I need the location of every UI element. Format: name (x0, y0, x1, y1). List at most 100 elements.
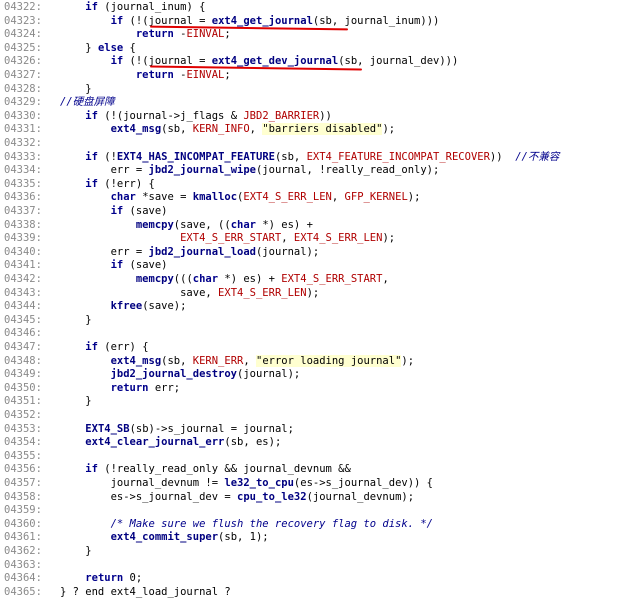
code-line: 04343: save, EXT4_S_ERR_LEN); (0, 287, 639, 300)
code-text: if (!EXT4_HAS_INCOMPAT_FEATURE(sb, EXT4_… (85, 150, 560, 163)
code-text: } (60, 82, 92, 95)
code-text: return -EINVAL; (135, 69, 231, 81)
line-number: 04356: (4, 463, 42, 476)
code-text: if (!(journal = ext4_get_journal(sb, jou… (110, 14, 440, 27)
code-line: 04327: return -EINVAL; (0, 69, 639, 82)
code-line: 04344: kfree(save); (0, 300, 639, 313)
code-text: ext4_msg(sb, KERN_ERR, "error loading jo… (110, 354, 415, 367)
code-text: return err; (110, 381, 181, 394)
code-line: 04328: } (0, 83, 639, 96)
line-number: 04344: (4, 300, 42, 313)
line-number: 04333: (4, 150, 42, 163)
code-line: 04360: /* Make sure we flush the recover… (0, 518, 639, 531)
line-number: 04337: (4, 205, 42, 217)
code-text: /* Make sure we flush the recovery flag … (60, 517, 433, 530)
line-number: 04343: (4, 286, 42, 299)
code-line: 04350: return err; (0, 382, 639, 395)
code-line: 04331: ext4_msg(sb, KERN_INFO, "barriers… (0, 123, 639, 136)
code-line: 04334: err = jbd2_journal_wipe(journal, … (0, 164, 639, 177)
code-line: 04364: return 0; (0, 572, 639, 585)
code-line: 04324: return -EINVAL; (0, 28, 639, 41)
line-number: 04357: (4, 477, 42, 489)
code-line: 04335: if (!err) { (0, 178, 639, 191)
source-code-viewer: 04322: if (journal_inum) {04323: if (!(j… (0, 0, 639, 612)
code-line: 04352: (0, 409, 639, 422)
line-number: 04348: (4, 354, 42, 367)
code-line: 04354: ext4_clear_journal_err(sb, es); (0, 436, 639, 449)
code-text: memcpy(((char *) es) + EXT4_S_ERR_START, (135, 273, 389, 285)
code-line: 04325: } else { (0, 42, 639, 55)
line-number: 04334: (4, 164, 42, 177)
code-text: ext4_commit_super(sb, 1); (110, 531, 269, 544)
code-line: 04330: if (!(journal->j_flags & JBD2_BAR… (0, 110, 639, 123)
line-number: 04346: (4, 327, 42, 340)
line-number: 04351: (4, 395, 42, 408)
code-text: } (60, 395, 92, 408)
code-line: 04332: (0, 137, 639, 150)
code-line: 04348: ext4_msg(sb, KERN_ERR, "error loa… (0, 354, 639, 368)
line-number: 04328: (4, 82, 42, 95)
code-text: save, EXT4_S_ERR_LEN); (60, 286, 320, 299)
line-number: 04354: (4, 436, 42, 449)
code-text: if (!really_read_only && journal_devnum … (85, 463, 351, 476)
line-number: 04341: (4, 259, 42, 272)
code-text: if (save) (110, 205, 168, 217)
code-text: if (journal_inum) { (85, 1, 206, 13)
line-number: 04324: (4, 28, 42, 41)
code-line: 04355: (0, 450, 639, 463)
code-text: } (60, 313, 92, 326)
code-text: return -EINVAL; (135, 28, 231, 41)
line-number: 04363: (4, 558, 42, 571)
line-number: 04340: (4, 245, 42, 258)
line-number: 04360: (4, 517, 42, 530)
code-text: return 0; (85, 572, 143, 585)
code-text: jbd2_journal_destroy(journal); (110, 368, 301, 381)
code-text: } (60, 545, 92, 557)
code-line: 04333: if (!EXT4_HAS_INCOMPAT_FEATURE(sb… (0, 151, 639, 164)
code-line: 04347: if (err) { (0, 341, 639, 354)
line-number: 04326: (4, 55, 42, 68)
line-number: 04362: (4, 545, 42, 557)
code-line: 04337: if (save) (0, 205, 639, 218)
line-number: 04332: (4, 137, 42, 149)
code-line: 04339: EXT4_S_ERR_START, EXT4_S_ERR_LEN)… (0, 232, 639, 245)
line-number: 04359: (4, 504, 42, 517)
code-line: 04353: EXT4_SB(sb)->s_journal = journal; (0, 423, 639, 436)
line-number: 04329: (4, 96, 42, 109)
code-line: 04329: //硬盘屏障 (0, 96, 639, 109)
code-line: 04358: es->s_journal_dev = cpu_to_le32(j… (0, 491, 639, 504)
line-number: 04355: (4, 449, 42, 462)
code-line: 04362: } (0, 545, 639, 558)
code-line: 04359: (0, 504, 639, 517)
line-number: 04322: (4, 1, 42, 13)
line-number: 04345: (4, 313, 42, 326)
code-line: 04322: if (journal_inum) { (0, 1, 639, 14)
code-line: 04345: } (0, 314, 639, 327)
line-number: 04335: (4, 177, 42, 190)
line-number: 04325: (4, 41, 42, 54)
code-text: if (err) { (85, 341, 149, 353)
line-number: 04352: (4, 409, 42, 421)
code-line: 04351: } (0, 395, 639, 408)
code-text: journal_devnum != le32_to_cpu(es->s_jour… (60, 477, 433, 489)
code-text: if (!(journal->j_flags & JBD2_BARRIER)) (85, 109, 332, 122)
code-text: if (save) (110, 259, 168, 272)
code-line: 04342: memcpy(((char *) es) + EXT4_S_ERR… (0, 273, 639, 286)
code-text: es->s_journal_dev = cpu_to_le32(journal_… (60, 490, 415, 503)
code-line: 04361: ext4_commit_super(sb, 1); (0, 531, 639, 544)
line-number: 04342: (4, 273, 42, 285)
line-number: 04323: (4, 14, 42, 27)
code-text: char *save = kmalloc(EXT4_S_ERR_LEN, GFP… (110, 191, 421, 204)
code-text: if (!err) { (85, 177, 155, 190)
line-number: 04336: (4, 191, 42, 204)
code-text: err = jbd2_journal_load(journal); (60, 245, 320, 258)
code-text: //硬盘屏障 (60, 96, 115, 109)
code-text: EXT4_SB(sb)->s_journal = journal; (85, 422, 294, 435)
code-line: 04346: (0, 327, 639, 340)
code-text: } else { (60, 41, 136, 54)
code-line: 04340: err = jbd2_journal_load(journal); (0, 246, 639, 259)
line-number: 04349: (4, 368, 42, 381)
line-number: 04361: (4, 531, 42, 544)
code-text: ext4_clear_journal_err(sb, es); (85, 436, 282, 449)
line-number: 04339: (4, 232, 42, 245)
